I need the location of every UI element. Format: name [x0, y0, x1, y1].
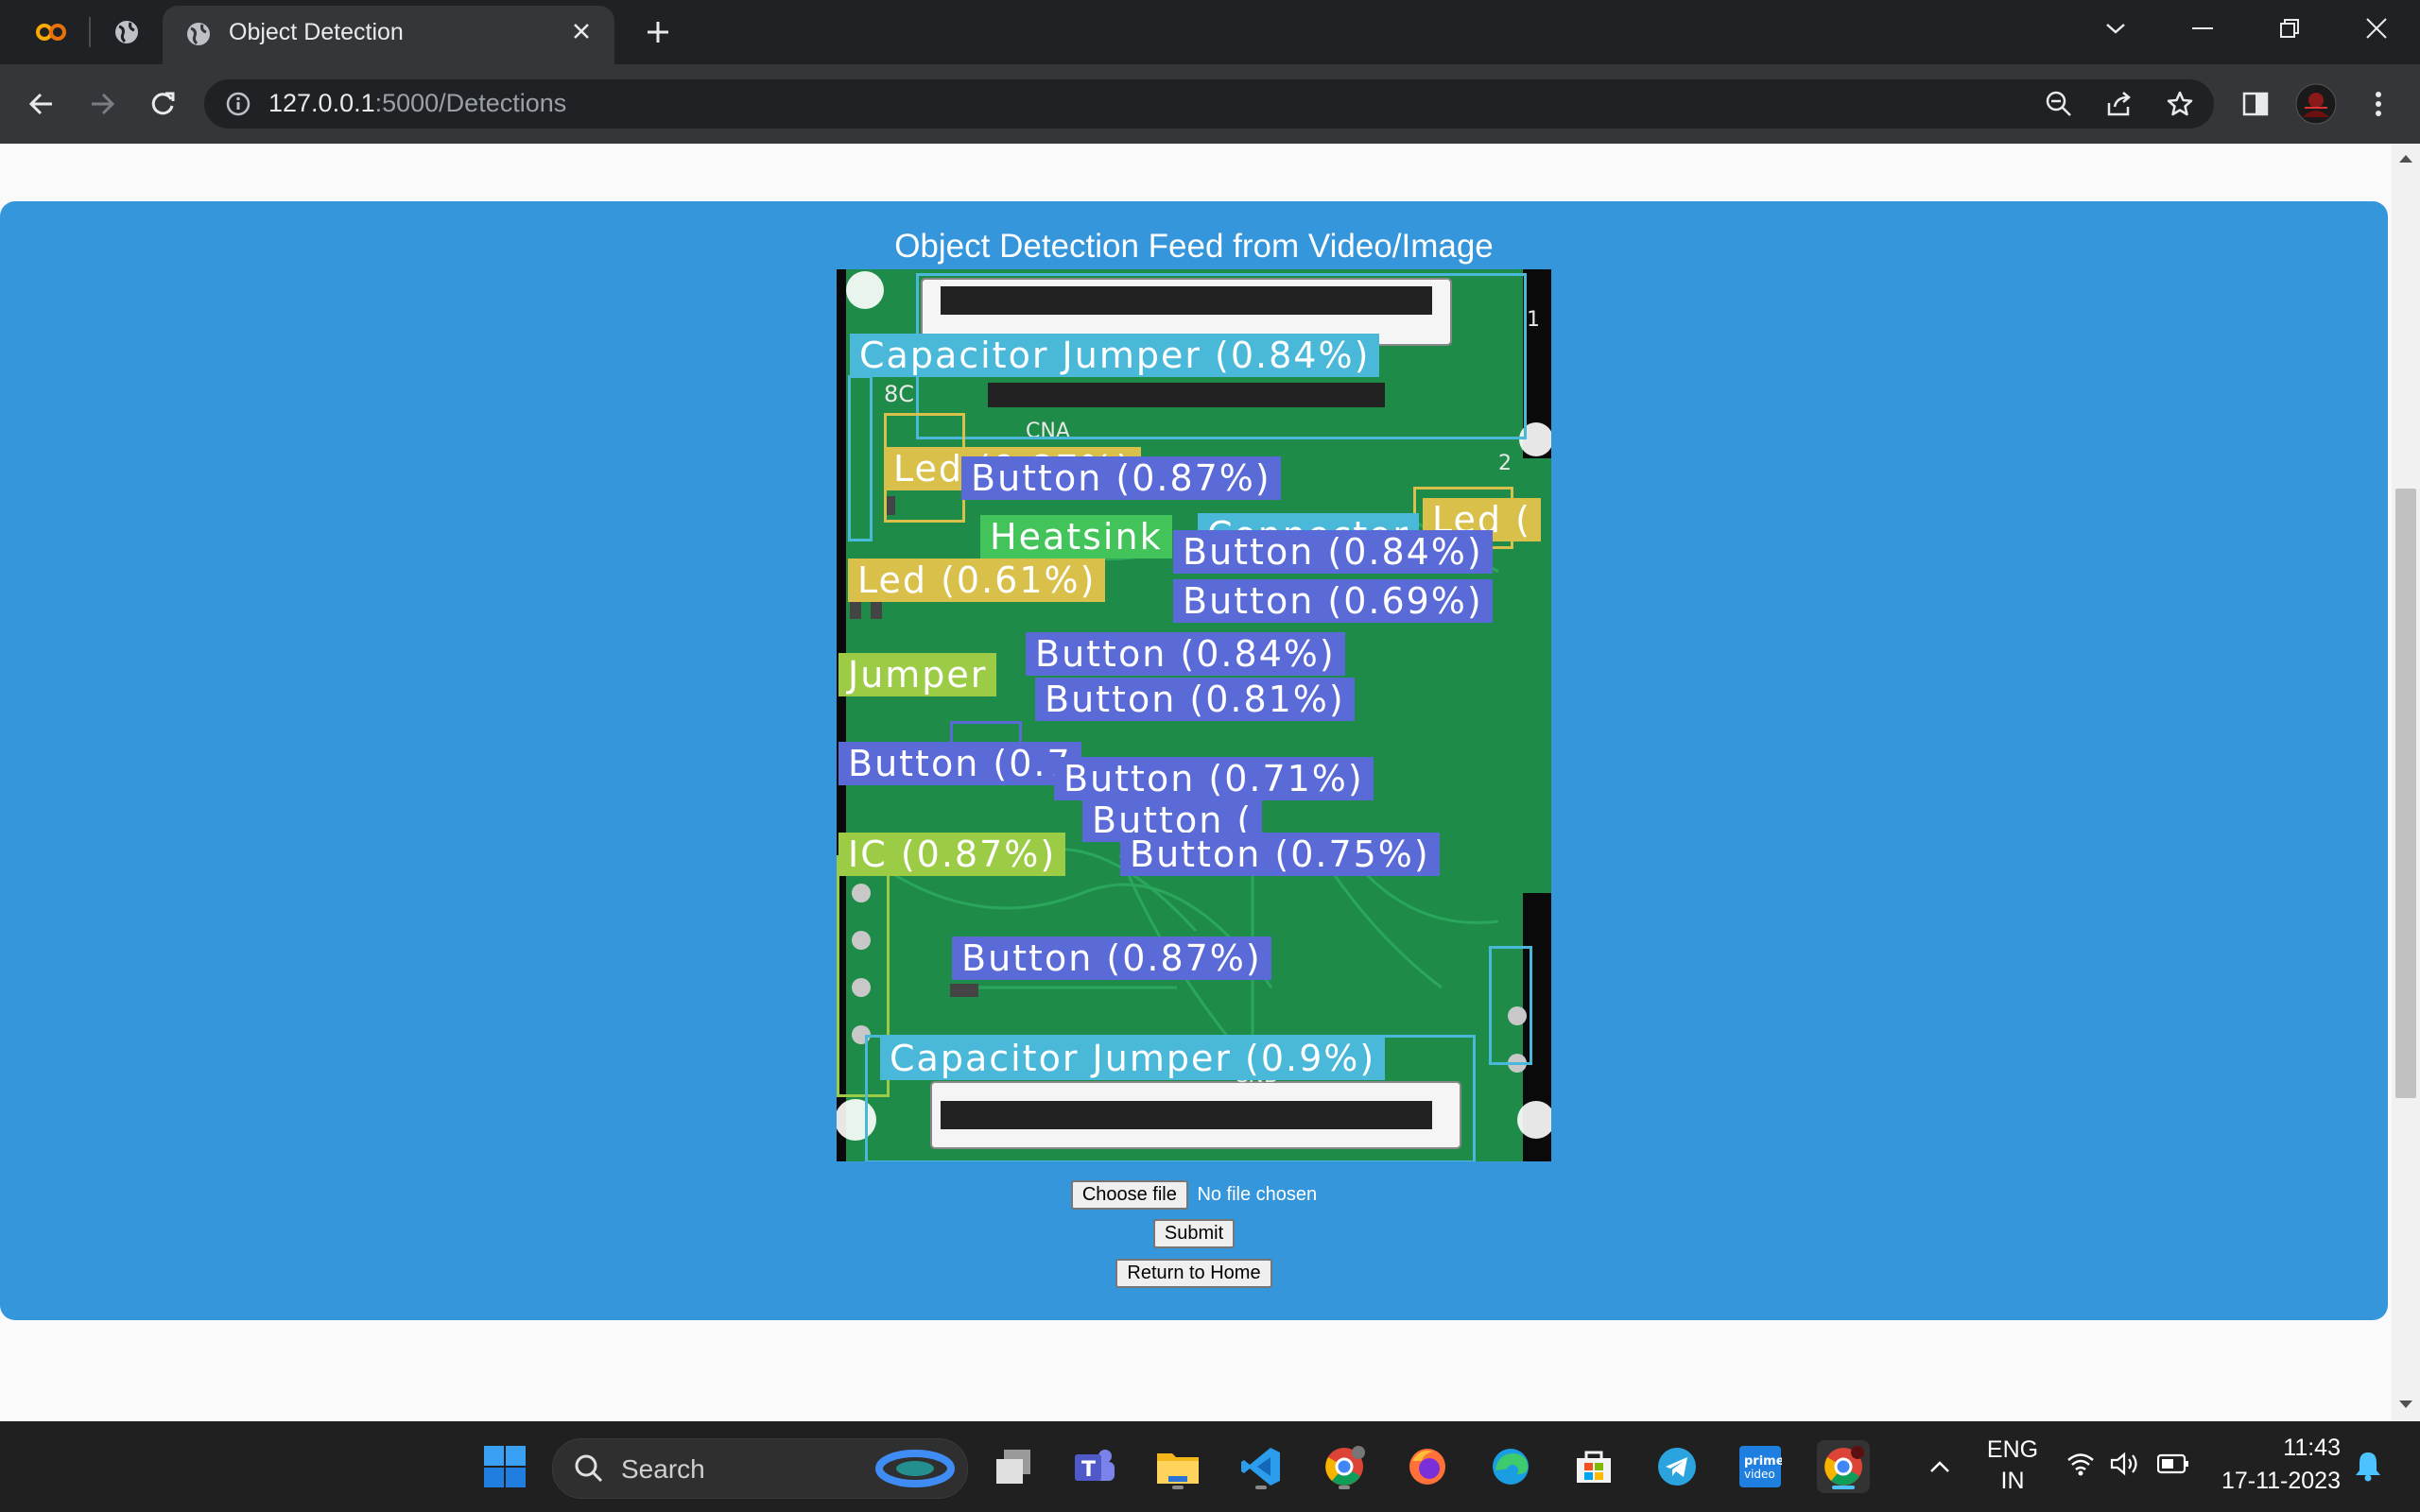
- submit-button[interactable]: Submit: [1152, 1219, 1236, 1248]
- chevron-down-icon[interactable]: [2087, 9, 2144, 47]
- page-scrollbar[interactable]: [2392, 144, 2420, 1421]
- notification-bell-icon[interactable]: [2354, 1450, 2382, 1486]
- clock[interactable]: 11:43 17-11-2023: [2212, 1435, 2341, 1495]
- svg-text:video: video: [1744, 1468, 1775, 1481]
- search-icon: [574, 1453, 604, 1488]
- vscode-icon[interactable]: [1235, 1440, 1288, 1493]
- running-indicator: [1255, 1486, 1267, 1489]
- star-icon[interactable]: [2163, 87, 2197, 121]
- scroll-up-icon[interactable]: [2397, 149, 2414, 166]
- scroll-thumb[interactable]: [2395, 489, 2416, 1098]
- file-explorer-icon[interactable]: [1151, 1440, 1204, 1493]
- home-row: Return to Home: [0, 1259, 2388, 1288]
- detection-label: Capacitor Jumper (0.9%): [880, 1037, 1386, 1080]
- browser-toolbar: 127.0.0.1:5000/Detections: [0, 64, 2420, 144]
- detection-panel: Object Detection Feed from Video/Image C…: [0, 201, 2388, 1320]
- reload-icon[interactable]: [140, 81, 185, 127]
- detection-label: Button (0.87%): [961, 456, 1281, 500]
- window-close-icon[interactable]: [2348, 9, 2405, 47]
- share-icon[interactable]: [2102, 87, 2136, 121]
- detection-label: Button (0.81%): [1035, 678, 1355, 721]
- scroll-down-icon[interactable]: [2397, 1397, 2414, 1414]
- info-icon[interactable]: [223, 89, 253, 119]
- detection-label: Button (0.69%): [1173, 579, 1493, 623]
- svg-text:1: 1: [1527, 308, 1540, 332]
- detection-label: Jumper: [838, 653, 997, 696]
- colab-icon[interactable]: [34, 15, 68, 49]
- back-icon[interactable]: [19, 81, 64, 127]
- zoom-out-icon[interactable]: [2042, 87, 2076, 121]
- url-text[interactable]: 127.0.0.1:5000/Detections: [268, 89, 566, 118]
- lang-line-2: IN: [2000, 1468, 2025, 1494]
- telegram-icon[interactable]: [1651, 1440, 1703, 1493]
- battery-icon[interactable]: [2156, 1453, 2189, 1479]
- running-indicator: [1832, 1486, 1855, 1489]
- clock-time: 11:43: [2283, 1435, 2341, 1461]
- svg-text:2: 2: [1498, 452, 1512, 475]
- detection-label: Button (0.71%): [1054, 757, 1374, 800]
- task-view-icon[interactable]: [987, 1440, 1040, 1493]
- svg-text:8C: 8C: [884, 381, 914, 407]
- page-title: Object Detection Feed from Video/Image: [894, 228, 1494, 265]
- chrome-profile-icon[interactable]: [1318, 1440, 1371, 1493]
- detection-label: Button (0.7: [838, 742, 1081, 785]
- file-status-text: No file chosen: [1197, 1184, 1318, 1205]
- url-path: :5000/Detections: [374, 89, 567, 117]
- tab-object-detection[interactable]: Object Detection: [163, 6, 614, 64]
- detection-result-image: CNA CNB 8C 2 1 Capacitor Jumper (0.84%) …: [837, 269, 1551, 1161]
- windows-taskbar: Search T prime video ENG IN 11:43 17-11-…: [0, 1421, 2420, 1512]
- chevron-up-icon[interactable]: [1913, 1440, 1966, 1493]
- url-host: 127.0.0.1: [268, 89, 375, 117]
- globe-icon[interactable]: [110, 15, 144, 49]
- prime-video-icon[interactable]: prime video: [1734, 1440, 1787, 1493]
- browser-tabstrip: Object Detection: [0, 0, 2420, 64]
- svg-text:T: T: [1081, 1458, 1096, 1482]
- detection-label: Capacitor Jumper (0.84%): [850, 334, 1380, 377]
- edge-icon[interactable]: [1484, 1440, 1537, 1493]
- windows-start-icon[interactable]: [478, 1440, 531, 1493]
- bing-icon: [874, 1447, 956, 1495]
- detection-label: Button (0.84%): [1026, 632, 1345, 676]
- chrome-active-icon[interactable]: [1817, 1440, 1870, 1493]
- minimize-icon[interactable]: [2174, 9, 2231, 47]
- plus-icon[interactable]: [639, 13, 677, 51]
- detection-box: [848, 375, 873, 541]
- taskbar-search[interactable]: Search: [552, 1438, 968, 1499]
- choose-file-button[interactable]: Choose file: [1070, 1180, 1188, 1210]
- running-indicator: [1339, 1486, 1350, 1489]
- tab-title: Object Detection: [229, 19, 404, 45]
- search-placeholder: Search: [621, 1454, 705, 1484]
- address-bar[interactable]: 127.0.0.1:5000/Detections: [204, 79, 2214, 129]
- detection-label: Button (0.87%): [952, 936, 1271, 980]
- avatar[interactable]: [2293, 81, 2339, 127]
- detection-label: Heatsink: [980, 515, 1172, 558]
- firefox-icon[interactable]: [1401, 1440, 1454, 1493]
- return-home-button[interactable]: Return to Home: [1115, 1259, 1272, 1288]
- svg-text:prime: prime: [1744, 1454, 1782, 1469]
- detection-box: [1489, 946, 1532, 1065]
- lang-line-1: ENG: [1986, 1436, 2039, 1463]
- detection-label: Button (0.75%): [1120, 833, 1440, 876]
- forward-icon[interactable]: [79, 81, 125, 127]
- running-indicator: [1172, 1486, 1184, 1489]
- sidepanel-icon[interactable]: [2233, 81, 2278, 127]
- restore-icon[interactable]: [2261, 9, 2318, 47]
- clock-date: 17-11-2023: [2221, 1468, 2341, 1494]
- detection-label: Led (0.61%): [848, 558, 1106, 602]
- close-icon[interactable]: [565, 15, 597, 47]
- file-input-row: Choose file No file chosen: [0, 1180, 2388, 1210]
- globe-icon: [183, 19, 214, 49]
- submit-row: Submit: [0, 1219, 2388, 1248]
- detection-label: Button (0.84%): [1173, 530, 1493, 574]
- detection-label: IC (0.87%): [838, 833, 1066, 876]
- language-indicator[interactable]: ENG IN: [1979, 1436, 2046, 1495]
- page-viewport: Object Detection Feed from Video/Image C…: [0, 144, 2392, 1421]
- tab-separator: [89, 17, 91, 47]
- menu-icon[interactable]: [2356, 81, 2401, 127]
- wifi-icon[interactable]: [2066, 1452, 2095, 1481]
- teams-icon[interactable]: T: [1068, 1440, 1121, 1493]
- volume-icon[interactable]: [2110, 1452, 2140, 1481]
- ms-store-icon[interactable]: [1567, 1440, 1620, 1493]
